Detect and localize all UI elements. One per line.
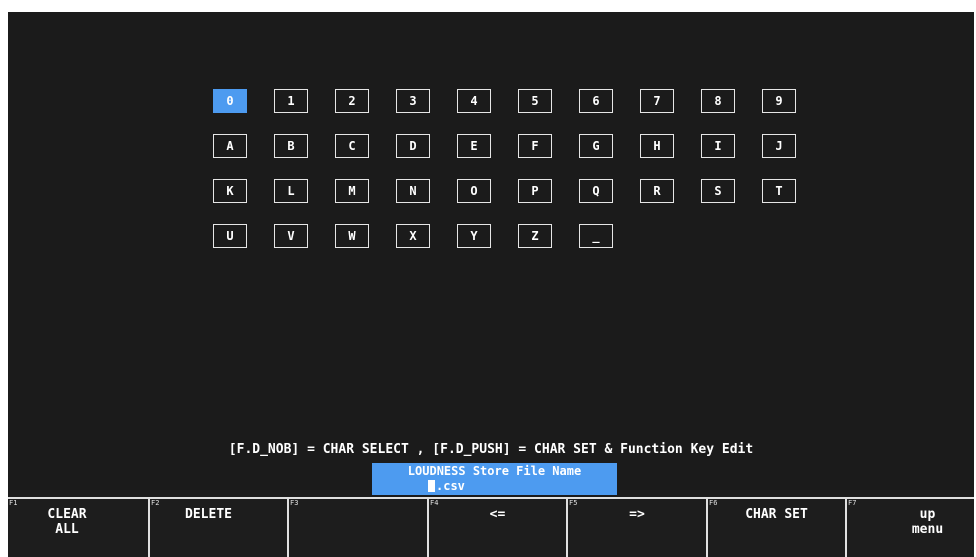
- f5-cursor-right-button[interactable]: F5 =>: [566, 497, 706, 557]
- key-underscore[interactable]: _: [579, 224, 613, 248]
- key-k[interactable]: K: [213, 179, 247, 203]
- f3-key-number: F3: [290, 499, 299, 507]
- key-5[interactable]: 5: [518, 89, 552, 113]
- instruction-text: [F.D_NOB] = CHAR SELECT , [F.D_PUSH] = C…: [228, 442, 754, 457]
- function-key-bar: F1 CLEAR ALL F2 DELETE F3 F4 <= F5 => F6…: [8, 497, 974, 557]
- key-r[interactable]: R: [640, 179, 674, 203]
- key-v[interactable]: V: [274, 224, 308, 248]
- f7-up-menu-button[interactable]: F7 up menu: [845, 497, 974, 557]
- f4-cursor-left-button[interactable]: F4 <=: [427, 497, 566, 557]
- key-h[interactable]: H: [640, 134, 674, 158]
- key-x[interactable]: X: [396, 224, 430, 248]
- f4-key-number: F4: [430, 499, 439, 507]
- key-u[interactable]: U: [213, 224, 247, 248]
- filename-title: LOUDNESS Store File Name: [407, 464, 582, 478]
- f3-button[interactable]: F3: [287, 497, 427, 557]
- key-j[interactable]: J: [762, 134, 796, 158]
- text-cursor: [428, 480, 435, 492]
- key-z[interactable]: Z: [518, 224, 552, 248]
- f2-key-number: F2: [151, 499, 160, 507]
- f5-key-number: F5: [569, 499, 578, 507]
- screen: 0 1 2 3 4 5 6 7 8 9 A B C D E F G H I J K L M N O P Q R S T U V W X Y Z _ [F…: [8, 12, 974, 557]
- key-n[interactable]: N: [396, 179, 430, 203]
- key-4[interactable]: 4: [457, 89, 491, 113]
- f1-clear-all-button[interactable]: F1 CLEAR ALL: [8, 497, 148, 557]
- key-p[interactable]: P: [518, 179, 552, 203]
- f1-key-number: F1: [9, 499, 18, 507]
- key-i[interactable]: I: [701, 134, 735, 158]
- key-o[interactable]: O: [457, 179, 491, 203]
- key-f[interactable]: F: [518, 134, 552, 158]
- key-t[interactable]: T: [762, 179, 796, 203]
- key-7[interactable]: 7: [640, 89, 674, 113]
- key-y[interactable]: Y: [457, 224, 491, 248]
- f2-label: DELETE: [185, 507, 232, 522]
- key-8[interactable]: 8: [701, 89, 735, 113]
- key-w[interactable]: W: [335, 224, 369, 248]
- filename-field[interactable]: LOUDNESS Store File Name .csv: [372, 463, 617, 495]
- filename-value-row: .csv: [428, 480, 465, 493]
- key-c[interactable]: C: [335, 134, 369, 158]
- key-0[interactable]: 0: [213, 89, 247, 113]
- key-e[interactable]: E: [457, 134, 491, 158]
- key-m[interactable]: M: [335, 179, 369, 203]
- f7-key-number: F7: [848, 499, 857, 507]
- key-2[interactable]: 2: [335, 89, 369, 113]
- key-3[interactable]: 3: [396, 89, 430, 113]
- key-d[interactable]: D: [396, 134, 430, 158]
- f2-delete-button[interactable]: F2 DELETE: [148, 497, 287, 557]
- f6-label: CHAR SET: [745, 507, 808, 522]
- key-g[interactable]: G: [579, 134, 613, 158]
- key-6[interactable]: 6: [579, 89, 613, 113]
- key-s[interactable]: S: [701, 179, 735, 203]
- f7-label: up menu: [911, 507, 944, 537]
- character-keyboard: 0 1 2 3 4 5 6 7 8 9 A B C D E F G H I J K L M N O P Q R S T U V W X Y Z _: [213, 89, 823, 269]
- key-a[interactable]: A: [213, 134, 247, 158]
- key-1[interactable]: 1: [274, 89, 308, 113]
- key-q[interactable]: Q: [579, 179, 613, 203]
- f6-char-set-button[interactable]: F6 CHAR SET: [706, 497, 845, 557]
- key-b[interactable]: B: [274, 134, 308, 158]
- filename-extension: .csv: [436, 479, 465, 493]
- f4-label: <=: [489, 507, 506, 522]
- key-l[interactable]: L: [274, 179, 308, 203]
- f6-key-number: F6: [709, 499, 718, 507]
- f5-label: =>: [629, 507, 645, 522]
- key-9[interactable]: 9: [762, 89, 796, 113]
- f1-label: CLEAR ALL: [47, 507, 87, 537]
